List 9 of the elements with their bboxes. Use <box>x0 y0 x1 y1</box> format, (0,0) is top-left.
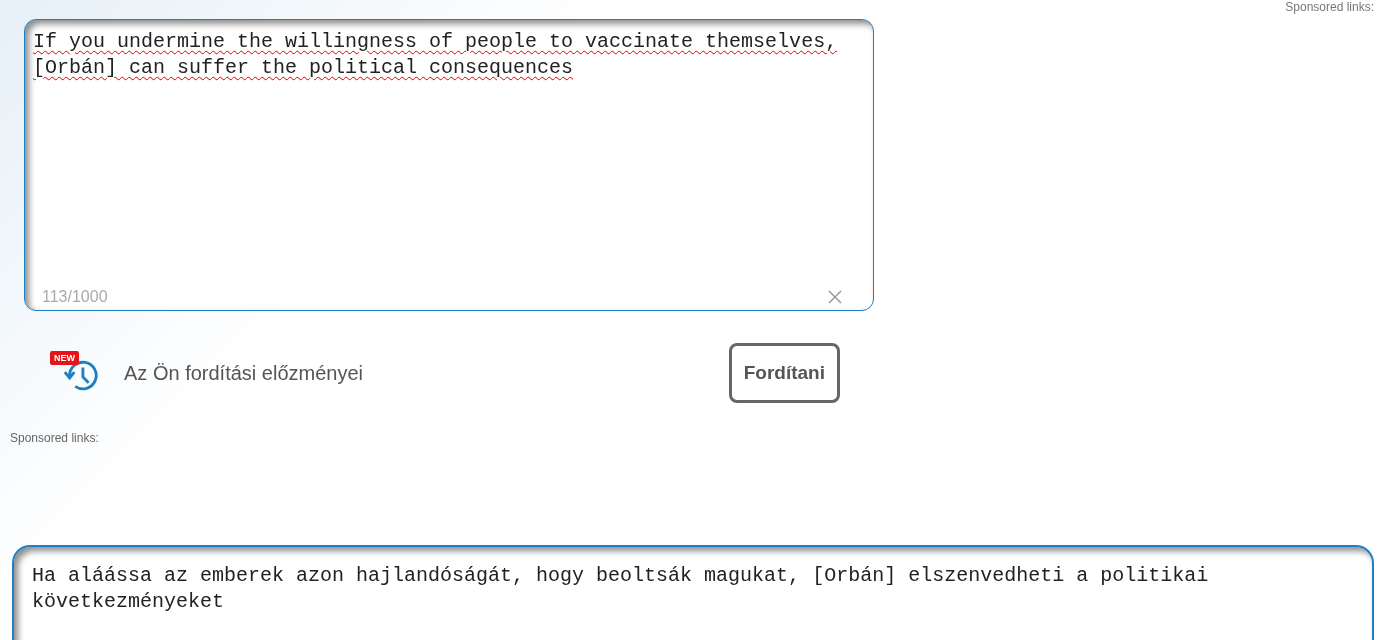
translate-button[interactable]: Fordítani <box>728 343 840 403</box>
new-badge: NEW <box>50 351 79 365</box>
sponsored-links-label: Sponsored links: <box>1285 0 1374 14</box>
translation-text: Ha aláássa az emberek azon hajlandóságát, hogy beoltsák magukat, [Orbán] elszenvedheti a politikai következményeket <box>32 563 1210 615</box>
source-text-field[interactable]: If you undermine the willingness of people to vaccinate themselves, [Orbán] can suffer the political consequences 113/1000 <box>24 19 874 311</box>
close-icon[interactable] <box>827 289 843 305</box>
sponsored-links-label: Sponsored links: <box>10 431 100 445</box>
history-link[interactable]: Az Ön fordítási előzményei <box>124 361 363 385</box>
character-counter: 113/1000 <box>42 288 108 306</box>
